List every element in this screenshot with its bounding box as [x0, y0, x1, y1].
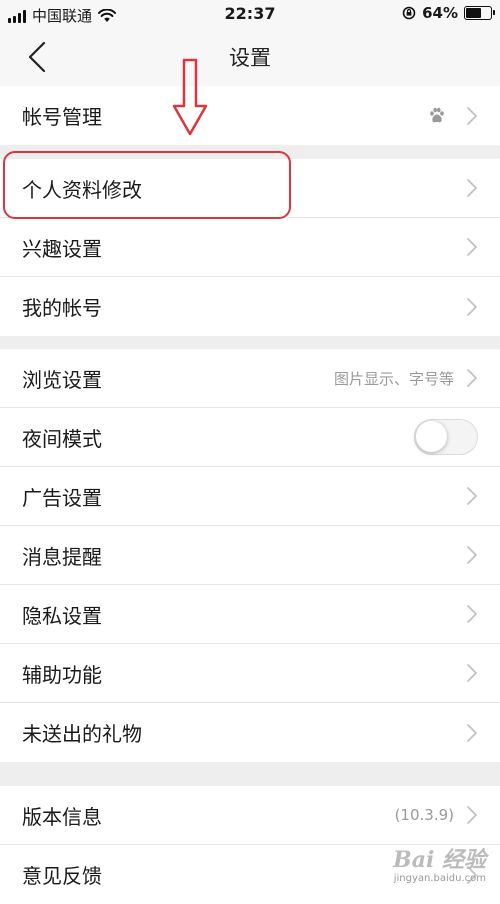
watermark-url: jingyan.baidu.com	[393, 873, 486, 884]
chevron-right-icon	[467, 806, 477, 824]
setting-account-management[interactable]: 帐号管理	[0, 86, 500, 145]
chevron-right-icon	[467, 369, 477, 387]
setting-my-account[interactable]: 我的帐号	[0, 277, 500, 336]
status-bar: 中国联通 22:37 64%	[0, 0, 500, 28]
setting-label: 我的帐号	[22, 296, 102, 320]
toggle-knob	[416, 421, 447, 452]
setting-label: 消息提醒	[22, 544, 102, 569]
battery-icon	[464, 6, 495, 20]
setting-label: 未送出的礼物	[22, 722, 142, 746]
settings-group-profile: 个人资料修改 兴趣设置 我的帐号	[0, 159, 500, 336]
settings-group-about: 版本信息 (10.3.9) 意见反馈	[0, 786, 500, 904]
setting-unsent-gifts[interactable]: 未送出的礼物	[0, 703, 500, 762]
setting-label: 帐号管理	[22, 105, 102, 129]
setting-label: 隐私设置	[22, 603, 102, 628]
setting-label: 广告设置	[22, 485, 102, 510]
chevron-right-icon	[467, 487, 477, 505]
chevron-right-icon	[467, 106, 477, 125]
setting-label: 夜间模式	[22, 426, 102, 451]
settings-group-account: 帐号管理	[0, 86, 500, 145]
chevron-right-icon	[467, 546, 477, 564]
chevron-right-icon	[467, 238, 477, 256]
watermark: Bai 经验 jingyan.baidu.com	[393, 847, 486, 885]
setting-browsing[interactable]: 浏览设置 图片显示、字号等	[0, 349, 500, 408]
chevron-right-icon	[467, 605, 477, 623]
setting-ads[interactable]: 广告设置	[0, 467, 500, 526]
section-gap	[0, 336, 500, 349]
setting-label: 版本信息	[22, 804, 102, 829]
setting-label: 兴趣设置	[22, 236, 102, 261]
setting-interests[interactable]: 兴趣设置	[0, 218, 500, 277]
setting-night-mode: 夜间模式	[0, 408, 500, 467]
setting-version-info[interactable]: 版本信息 (10.3.9)	[0, 786, 500, 845]
chevron-right-icon	[467, 723, 477, 742]
chevron-right-icon	[467, 664, 477, 682]
setting-privacy[interactable]: 隐私设置	[0, 585, 500, 644]
watermark-logo: Bai 经验	[393, 846, 486, 873]
chevron-right-icon	[467, 297, 477, 316]
night-mode-toggle[interactable]	[414, 419, 478, 455]
version-number: (10.3.9)	[394, 806, 454, 824]
section-gap	[0, 145, 500, 159]
rotation-lock-icon	[402, 6, 416, 20]
settings-group-general: 浏览设置 图片显示、字号等 夜间模式 广告设置 消息提醒 隐私设置 辅助功能 未…	[0, 349, 500, 762]
setting-hint: 图片显示、字号等	[333, 369, 454, 388]
setting-accessibility[interactable]: 辅助功能	[0, 644, 500, 703]
setting-notifications[interactable]: 消息提醒	[0, 526, 500, 585]
setting-profile-edit[interactable]: 个人资料修改	[0, 159, 500, 218]
setting-label: 辅助功能	[22, 662, 102, 687]
section-gap	[0, 762, 500, 786]
down-arrow-annotation	[172, 58, 208, 136]
baidu-paw-icon	[430, 107, 444, 122]
navigation-bar: 设置	[0, 28, 500, 86]
setting-label: 浏览设置	[22, 367, 102, 392]
chevron-right-icon	[467, 179, 477, 197]
battery-percent: 64%	[422, 4, 458, 22]
page-title: 设置	[229, 46, 271, 70]
setting-label: 个人资料修改	[22, 177, 142, 202]
